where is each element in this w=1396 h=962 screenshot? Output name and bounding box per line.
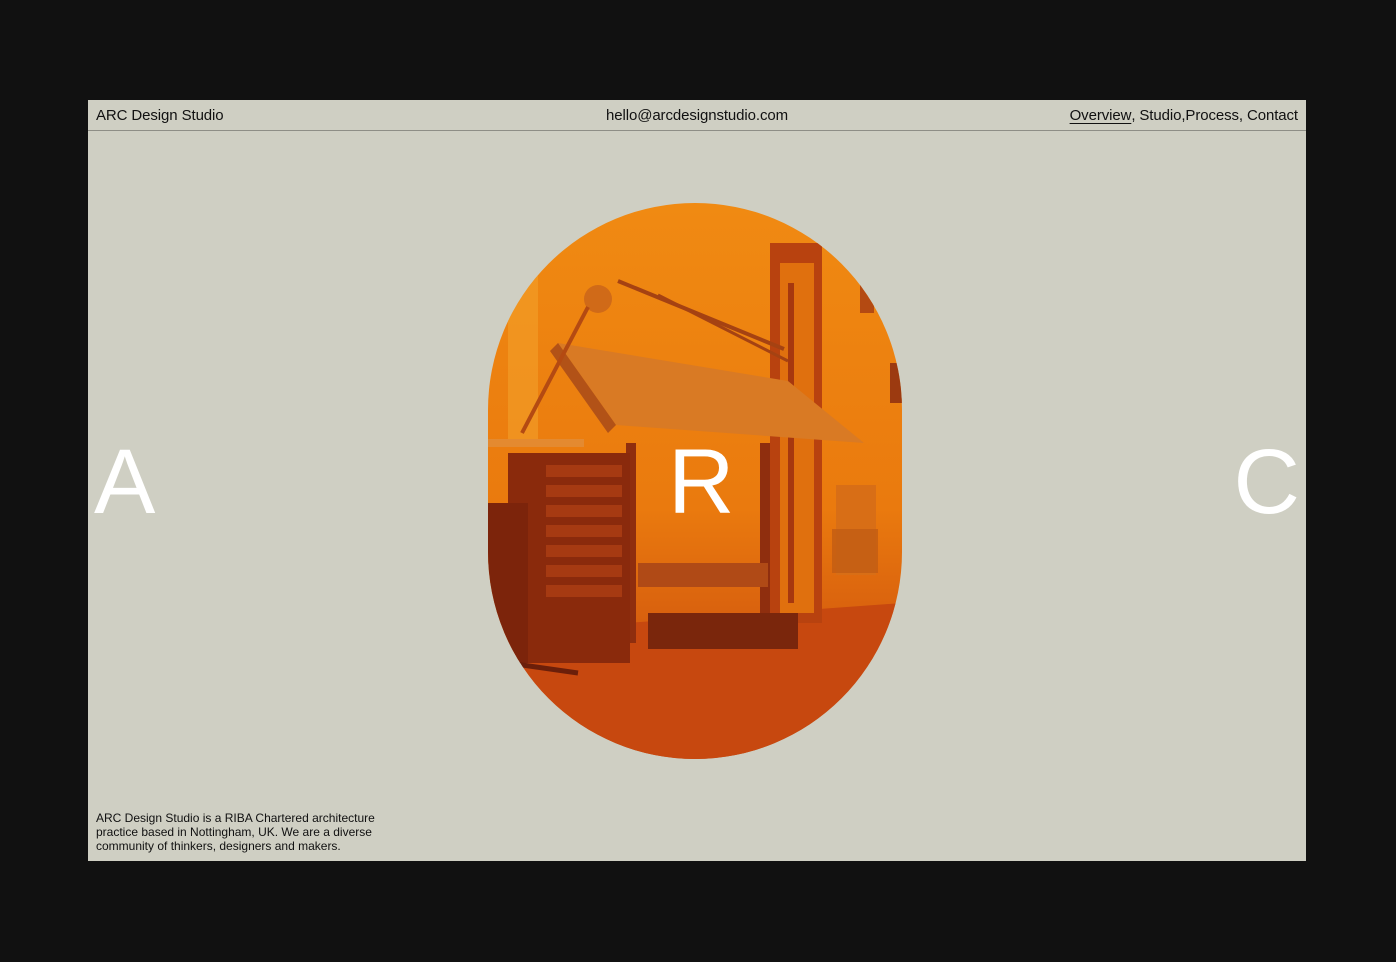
hero-letter-c: C (1233, 431, 1300, 533)
site-frame: ARC Design Studio hello@arcdesignstudio.… (88, 100, 1306, 861)
nav-process[interactable]: Process (1185, 107, 1239, 124)
nav-contact[interactable]: Contact (1247, 107, 1298, 124)
hero-letter-a: A (94, 431, 156, 533)
about-text: ARC Design Studio is a RIBA Chartered ar… (96, 811, 375, 853)
hero-letter-r: R (668, 431, 735, 533)
top-bar: ARC Design Studio hello@arcdesignstudio.… (88, 100, 1306, 131)
nav-separator: , (1131, 107, 1136, 124)
email-link[interactable]: hello@arcdesignstudio.com (606, 107, 788, 124)
nav-overview[interactable]: Overview (1070, 107, 1132, 124)
nav-separator: , (1238, 107, 1243, 124)
main-nav: Overview, Studio, Process, Contact (1070, 107, 1298, 124)
nav-studio[interactable]: Studio (1139, 107, 1181, 124)
